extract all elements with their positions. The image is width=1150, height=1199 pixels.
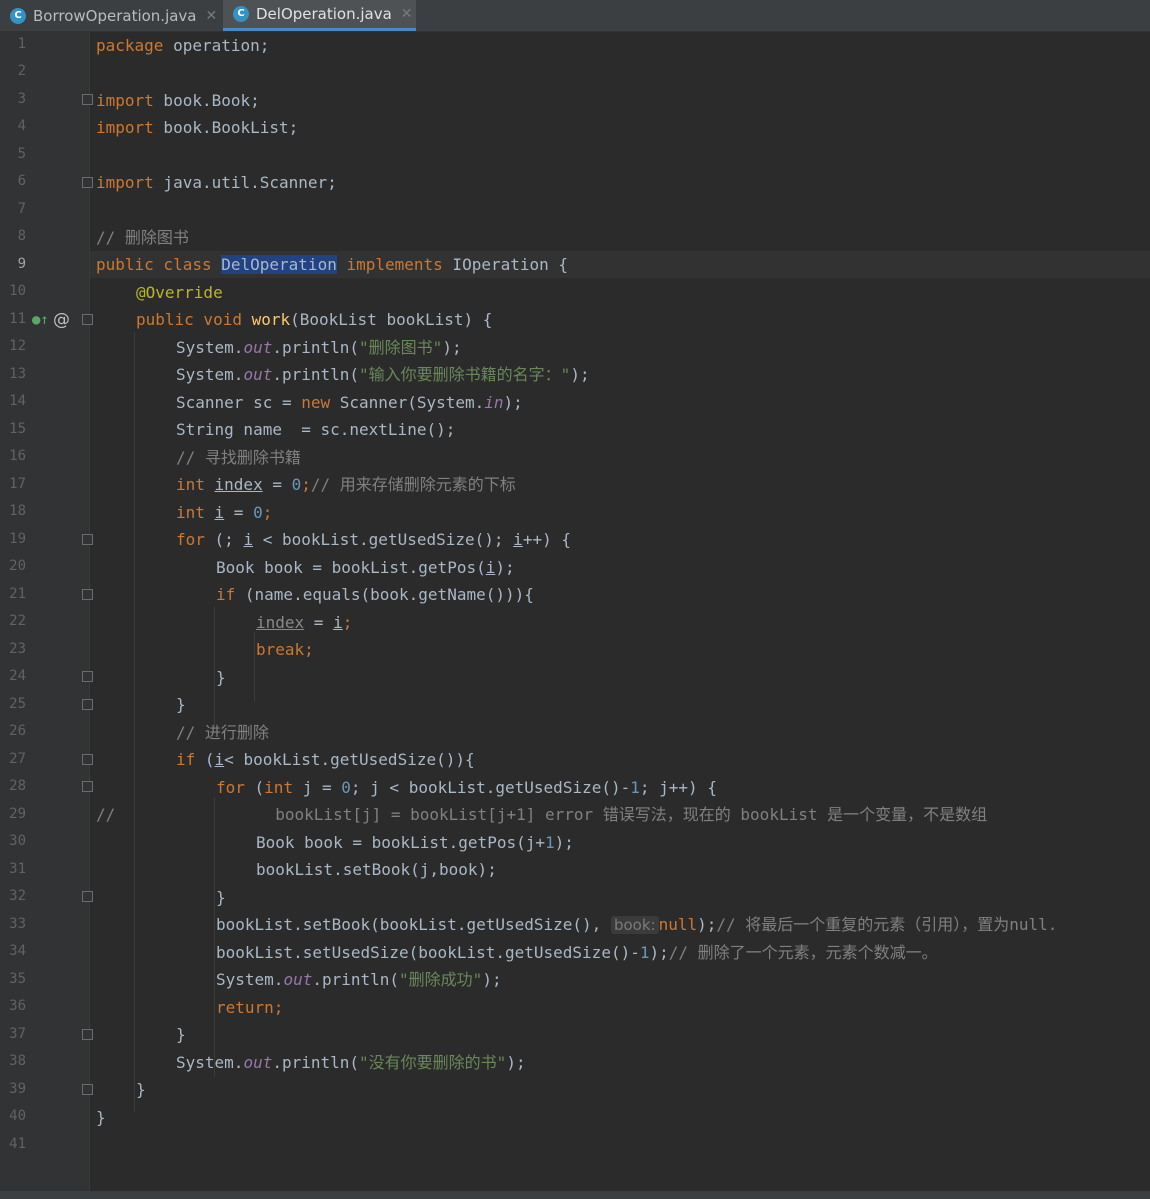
code-line-24: }: [216, 668, 226, 687]
code-line-27: if (i< bookList.getUsedSize()){: [176, 750, 475, 769]
code-line-9: public class DelOperation implements IOp…: [90, 251, 1150, 278]
code-line-17: int index = 0;// 用来存储删除元素的下标: [176, 475, 516, 494]
code-line-14: Scanner sc = new Scanner(System.in);: [176, 393, 523, 412]
horizontal-scrollbar[interactable]: [0, 1191, 1150, 1199]
line-number: 25: [9, 696, 26, 712]
code-editor[interactable]: package operation; import book.Book; imp…: [90, 32, 1150, 1191]
code-line-37: }: [176, 1025, 186, 1044]
line-number: 26: [9, 723, 26, 739]
line-number: 29: [9, 806, 26, 822]
line-number: 8: [17, 228, 26, 244]
code-line-13: System.out.println("输入你要删除书籍的名字：");: [176, 365, 590, 384]
code-line-25: }: [176, 695, 186, 714]
implements-method-icon[interactable]: ●↑: [32, 312, 49, 328]
line-number: 15: [9, 421, 26, 437]
line-number: 35: [9, 971, 26, 987]
editor-tab-bar: C BorrowOperation.java ✕ C DelOperation.…: [0, 0, 1150, 32]
code-line-1: package operation;: [96, 36, 270, 55]
line-number: 7: [17, 201, 26, 217]
code-line-20: Book book = bookList.getPos(i);: [216, 558, 515, 577]
tab-label: BorrowOperation.java: [33, 6, 197, 25]
line-number: 38: [9, 1053, 26, 1069]
line-number: 24: [9, 668, 26, 684]
line-number: 39: [9, 1081, 26, 1097]
tab-label: DelOperation.java: [256, 5, 392, 23]
line-number: 5: [17, 146, 26, 162]
line-number: 10: [9, 283, 26, 299]
code-line-18: int i = 0;: [176, 503, 273, 522]
code-line-40: }: [96, 1108, 106, 1127]
line-number: 4: [17, 118, 26, 134]
line-number: 1: [17, 36, 26, 52]
code-line-8: // 删除图书: [96, 228, 189, 247]
java-class-icon: C: [10, 7, 26, 24]
code-line-33: bookList.setBook(bookList.getUsedSize(),…: [216, 915, 1058, 934]
code-line-19: for (; i < bookList.getUsedSize(); i++) …: [176, 530, 571, 549]
line-number: 36: [9, 998, 26, 1014]
code-line-16: // 寻找删除书籍: [176, 448, 301, 467]
code-line-38: System.out.println("没有你要删除的书");: [176, 1053, 526, 1072]
code-line-35: System.out.println("删除成功");: [216, 970, 502, 989]
code-line-12: System.out.println("删除图书");: [176, 338, 462, 357]
line-number: 33: [9, 916, 26, 932]
line-number: 40: [9, 1108, 26, 1124]
close-icon[interactable]: ✕: [401, 6, 413, 22]
line-number: 23: [9, 641, 26, 657]
line-number: 3: [17, 91, 26, 107]
parameter-hint: book:: [610, 916, 659, 934]
java-class-icon: C: [233, 6, 249, 22]
line-number: 41: [9, 1136, 26, 1152]
code-line-21: if (name.equals(book.getName())){: [216, 585, 534, 604]
line-number: 34: [9, 943, 26, 959]
line-number: 11: [9, 311, 26, 327]
line-number: 30: [9, 833, 26, 849]
line-number: 28: [9, 778, 26, 794]
code-line-29: //bookList[j] = bookList[j+1] error 错误写法…: [96, 805, 988, 824]
annotation-at-icon[interactable]: @: [53, 310, 70, 330]
code-line-32: }: [216, 888, 226, 907]
line-number: 2: [17, 63, 26, 79]
line-number: 31: [9, 861, 26, 877]
line-number: 9: [17, 256, 26, 272]
tab-borrow-operation[interactable]: C BorrowOperation.java ✕: [0, 0, 222, 31]
tab-del-operation[interactable]: C DelOperation.java ✕: [223, 0, 416, 31]
line-number: 21: [9, 586, 26, 602]
line-number: 32: [9, 888, 26, 904]
code-line-10: @Override: [136, 283, 223, 302]
line-number: 12: [9, 338, 26, 354]
code-line-15: String name = sc.nextLine();: [176, 420, 456, 439]
line-number: 6: [17, 173, 26, 189]
code-line-3: import book.Book;: [96, 91, 260, 110]
code-line-34: bookList.setUsedSize(bookList.getUsedSiz…: [216, 943, 938, 962]
line-number: 27: [9, 751, 26, 767]
line-number: 16: [9, 448, 26, 464]
code-line-36: return;: [216, 998, 284, 1017]
line-number: 17: [9, 476, 26, 492]
line-number: 14: [9, 393, 26, 409]
code-line-31: bookList.setBook(j,book);: [256, 860, 497, 879]
code-line-6: import java.util.Scanner;: [96, 173, 337, 192]
code-line-11: public void work(BookList bookList) {: [136, 310, 493, 329]
line-number: 37: [9, 1026, 26, 1042]
code-line-39: }: [136, 1080, 146, 1099]
code-line-28: for (int j = 0; j < bookList.getUsedSize…: [216, 778, 717, 797]
line-number: 19: [9, 531, 26, 547]
code-line-22: index = i;: [256, 613, 353, 632]
code-line-23: break;: [256, 640, 314, 659]
line-number: 22: [9, 613, 26, 629]
code-line-26: // 进行删除: [176, 723, 269, 742]
code-line-4: import book.BookList;: [96, 118, 299, 137]
line-number: 20: [9, 558, 26, 574]
code-line-30: Book book = bookList.getPos(j+1);: [256, 833, 574, 852]
line-number: 18: [9, 503, 26, 519]
line-number: 13: [9, 366, 26, 382]
close-icon[interactable]: ✕: [206, 8, 218, 24]
